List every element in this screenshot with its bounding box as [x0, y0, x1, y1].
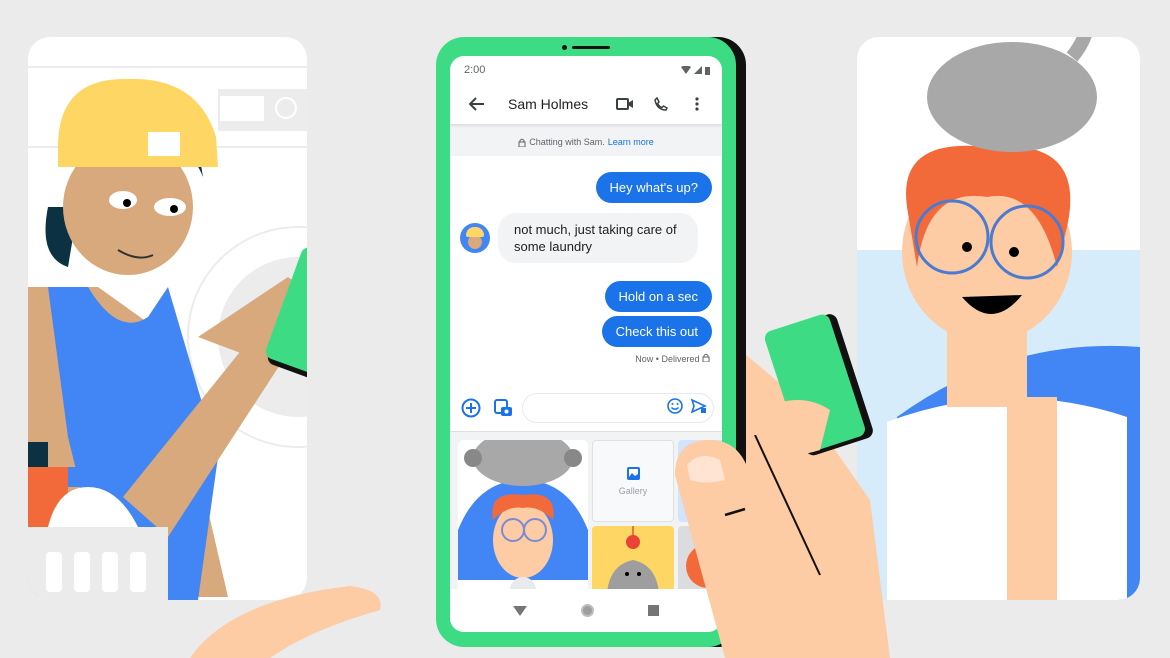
gallery-icon — [627, 467, 640, 480]
camera-preview-tile[interactable] — [458, 440, 588, 612]
gallery-camera-icon[interactable] — [490, 395, 516, 421]
phone-call-icon[interactable] — [646, 89, 676, 119]
outgoing-message[interactable]: Hey what's up? — [595, 172, 712, 203]
message-row: Hold on a sec — [460, 281, 712, 312]
person-laundry-illustration — [28, 66, 307, 600]
nav-recents-icon[interactable] — [648, 605, 659, 616]
status-time: 2:00 — [464, 64, 486, 76]
left-illustration-card — [28, 37, 307, 600]
gallery-label: Gallery — [618, 486, 648, 496]
front-camera — [562, 45, 567, 50]
earpiece-speaker — [572, 46, 610, 49]
left-thumb-illustration — [190, 586, 381, 658]
message-list: Hey what's up? not much, just taking car… — [450, 156, 722, 396]
message-row: not much, just taking care of some laund… — [460, 213, 712, 263]
right-illustration-card — [857, 37, 1140, 600]
person-cat-illustration — [857, 37, 1140, 600]
send-icon[interactable] — [690, 397, 707, 419]
wifi-icon — [681, 66, 691, 74]
info-banner-text: Chatting with Sam. — [529, 137, 605, 147]
compose-bar — [450, 390, 722, 426]
lock-icon — [518, 138, 526, 147]
video-call-icon[interactable] — [610, 89, 640, 119]
message-row: Hey what's up? — [460, 172, 712, 203]
message-input[interactable] — [522, 393, 714, 423]
nav-back-icon[interactable] — [513, 605, 527, 616]
nav-home-icon[interactable] — [581, 604, 594, 617]
illustration-stage: 2:00 Sam Holmes Chatting with Sam. Learn… — [0, 0, 1170, 658]
incoming-message[interactable]: not much, just taking care of some laund… — [498, 213, 698, 263]
delivery-status: Now • Delivered — [460, 353, 712, 364]
arrow-back-icon[interactable] — [462, 89, 492, 119]
more-vert-icon[interactable] — [682, 89, 712, 119]
emoji-icon[interactable] — [667, 397, 683, 419]
learn-more-link[interactable]: Learn more — [608, 137, 654, 147]
battery-icon — [705, 66, 710, 75]
chat-info-banner: Chatting with Sam. Learn more — [450, 128, 722, 156]
message-row: Check this out — [460, 316, 712, 347]
gallery-button[interactable]: Gallery — [592, 440, 674, 522]
outgoing-message[interactable]: Check this out — [601, 316, 712, 347]
add-circle-icon[interactable] — [458, 395, 484, 421]
signal-icon — [694, 66, 702, 74]
outgoing-message[interactable]: Hold on a sec — [604, 281, 712, 312]
contact-avatar[interactable] — [460, 223, 490, 253]
contact-name: Sam Holmes — [508, 96, 589, 112]
thumb-illustration — [675, 435, 821, 658]
status-bar: 2:00 — [450, 56, 722, 84]
conversation-app-bar: Sam Holmes — [450, 84, 722, 124]
lock-icon — [702, 353, 710, 363]
